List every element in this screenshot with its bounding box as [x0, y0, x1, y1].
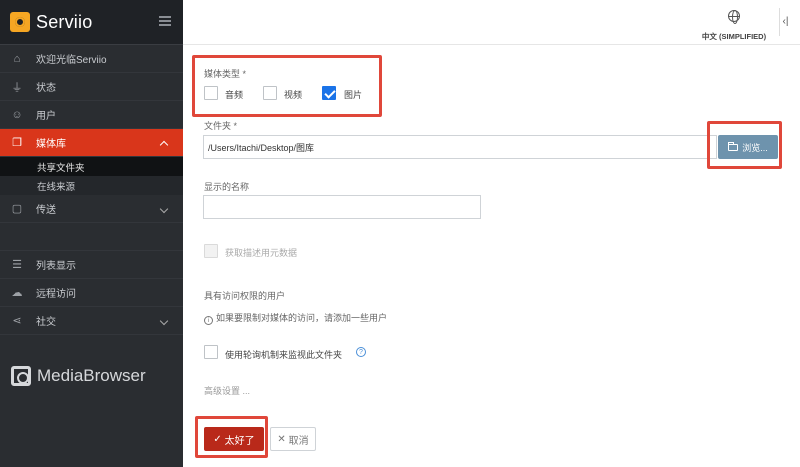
mediabrowser-label: MediaBrowser — [37, 366, 146, 385]
sidebar-spacer — [0, 223, 183, 251]
display-name-label: 显示的名称 — [204, 182, 250, 192]
browse-button[interactable]: 浏览... — [718, 135, 778, 159]
sidebar-item-label: 用户 — [36, 111, 56, 122]
folder-label: 文件夹 * — [204, 121, 238, 131]
sidebar-item-label: 远程访问 — [36, 289, 76, 300]
topbar: 中文 (SIMPLIFIED) ‹| — [183, 0, 800, 45]
polling-label: 使用轮询机制来监视此文件夹 — [225, 350, 343, 360]
cloud-icon: ☁ — [11, 287, 23, 299]
share-icon: ⋖ — [12, 315, 22, 327]
metadata-label: 获取描述用元数据 — [225, 248, 298, 258]
globe-icon — [728, 10, 740, 24]
sidebar-subitem-shared-folders[interactable]: 共享文件夹 — [0, 157, 183, 176]
display-name-input[interactable] — [203, 195, 481, 219]
browse-button-label: 浏览... — [742, 142, 768, 153]
media-type-video-checkbox[interactable] — [263, 86, 277, 100]
mediabrowser-logo: MediaBrowser — [11, 366, 146, 386]
media-type-audio-checkbox[interactable] — [204, 86, 218, 100]
folder-icon — [728, 141, 739, 151]
plug-icon: ⏚ — [11, 81, 23, 94]
sidebar-subitem-online-sources[interactable]: 在线来源 — [0, 176, 183, 195]
check-icon: ✓ — [213, 433, 225, 445]
help-icon[interactable]: ? — [356, 347, 366, 357]
sidebar-item-social[interactable]: ⋖ 社交 — [0, 307, 183, 335]
sidebar-item-library[interactable]: ❐ 媒体库 — [0, 129, 183, 157]
brand: Serviio — [0, 0, 183, 45]
chevron-up-icon — [159, 140, 169, 150]
sidebar-item-label: 列表显示 — [36, 261, 76, 272]
sidebar-item-label: 社交 — [36, 317, 56, 328]
sidebar-item-users[interactable]: ☺ 用户 — [0, 101, 183, 129]
metadata-checkbox[interactable] — [204, 244, 218, 258]
sidebar-item-label: 欢迎光临Serviio — [36, 55, 107, 66]
ok-button[interactable]: ✓ 太好了 — [204, 427, 264, 451]
advanced-settings-link[interactable]: 高级设置 ... — [204, 384, 250, 397]
language-selector[interactable]: 中文 (SIMPLIFIED) — [698, 9, 770, 42]
chevron-down-icon — [159, 316, 169, 326]
sidebar: Serviio ⌂ 欢迎光临Serviio ⏚ 状态 ☺ 用户 ❐ 媒体库 共享… — [0, 0, 183, 467]
list-icon: ☰ — [12, 259, 22, 271]
sidebar-item-label: 媒体库 — [36, 139, 66, 150]
media-type-video-label: 视频 — [284, 90, 303, 100]
home-icon: ⌂ — [13, 52, 21, 65]
hamburger-menu-icon[interactable] — [159, 16, 171, 26]
sidebar-item-remote-access[interactable]: ☁ 远程访问 — [0, 279, 183, 307]
close-icon: ✕ — [277, 433, 289, 445]
access-info: i 如果要限制对媒体的访问，请添加一些用户 — [204, 311, 387, 325]
language-label: 中文 (SIMPLIFIED) — [701, 32, 767, 41]
access-users-label: 具有访问权限的用户 — [204, 291, 286, 301]
sidebar-item-status[interactable]: ⏚ 状态 — [0, 73, 183, 101]
sidebar-item-presentation[interactable]: ☰ 列表显示 — [0, 251, 183, 279]
cancel-button-label: 取消 — [288, 435, 309, 447]
sidebar-item-label: 传送 — [36, 205, 56, 216]
media-type-image-label: 图片 — [344, 90, 363, 100]
cancel-button[interactable]: ✕ 取消 — [270, 427, 316, 451]
media-type-label: 媒体类型 * — [204, 69, 247, 79]
box-icon: ▢ — [11, 203, 23, 215]
media-type-image-checkbox[interactable] — [322, 86, 336, 100]
sidebar-item-welcome[interactable]: ⌂ 欢迎光临Serviio — [0, 45, 183, 73]
serviio-logo-icon — [10, 12, 30, 32]
sidebar-item-label: 状态 — [36, 83, 56, 94]
media-type-audio-label: 音频 — [225, 90, 244, 100]
shared-folder-form: 媒体类型 * 音频 视频 图片 文件夹 * 浏览... 显示的名称 获取描述用元… — [183, 46, 800, 467]
collapse-panel-button[interactable]: ‹| — [779, 8, 791, 36]
folder-path-input[interactable] — [203, 135, 717, 159]
app-name: Serviio — [36, 11, 93, 32]
access-info-text: 如果要限制对媒体的访问，请添加一些用户 — [216, 313, 388, 323]
polling-checkbox[interactable] — [204, 345, 218, 359]
mediabrowser-icon — [11, 366, 31, 386]
sidebar-item-delivery[interactable]: ▢ 传送 — [0, 195, 183, 223]
ok-button-label: 太好了 — [224, 435, 255, 447]
chevron-down-icon — [159, 204, 169, 214]
info-icon: i — [204, 316, 213, 325]
library-icon: ❐ — [12, 137, 22, 149]
user-icon: ☺ — [11, 108, 23, 121]
